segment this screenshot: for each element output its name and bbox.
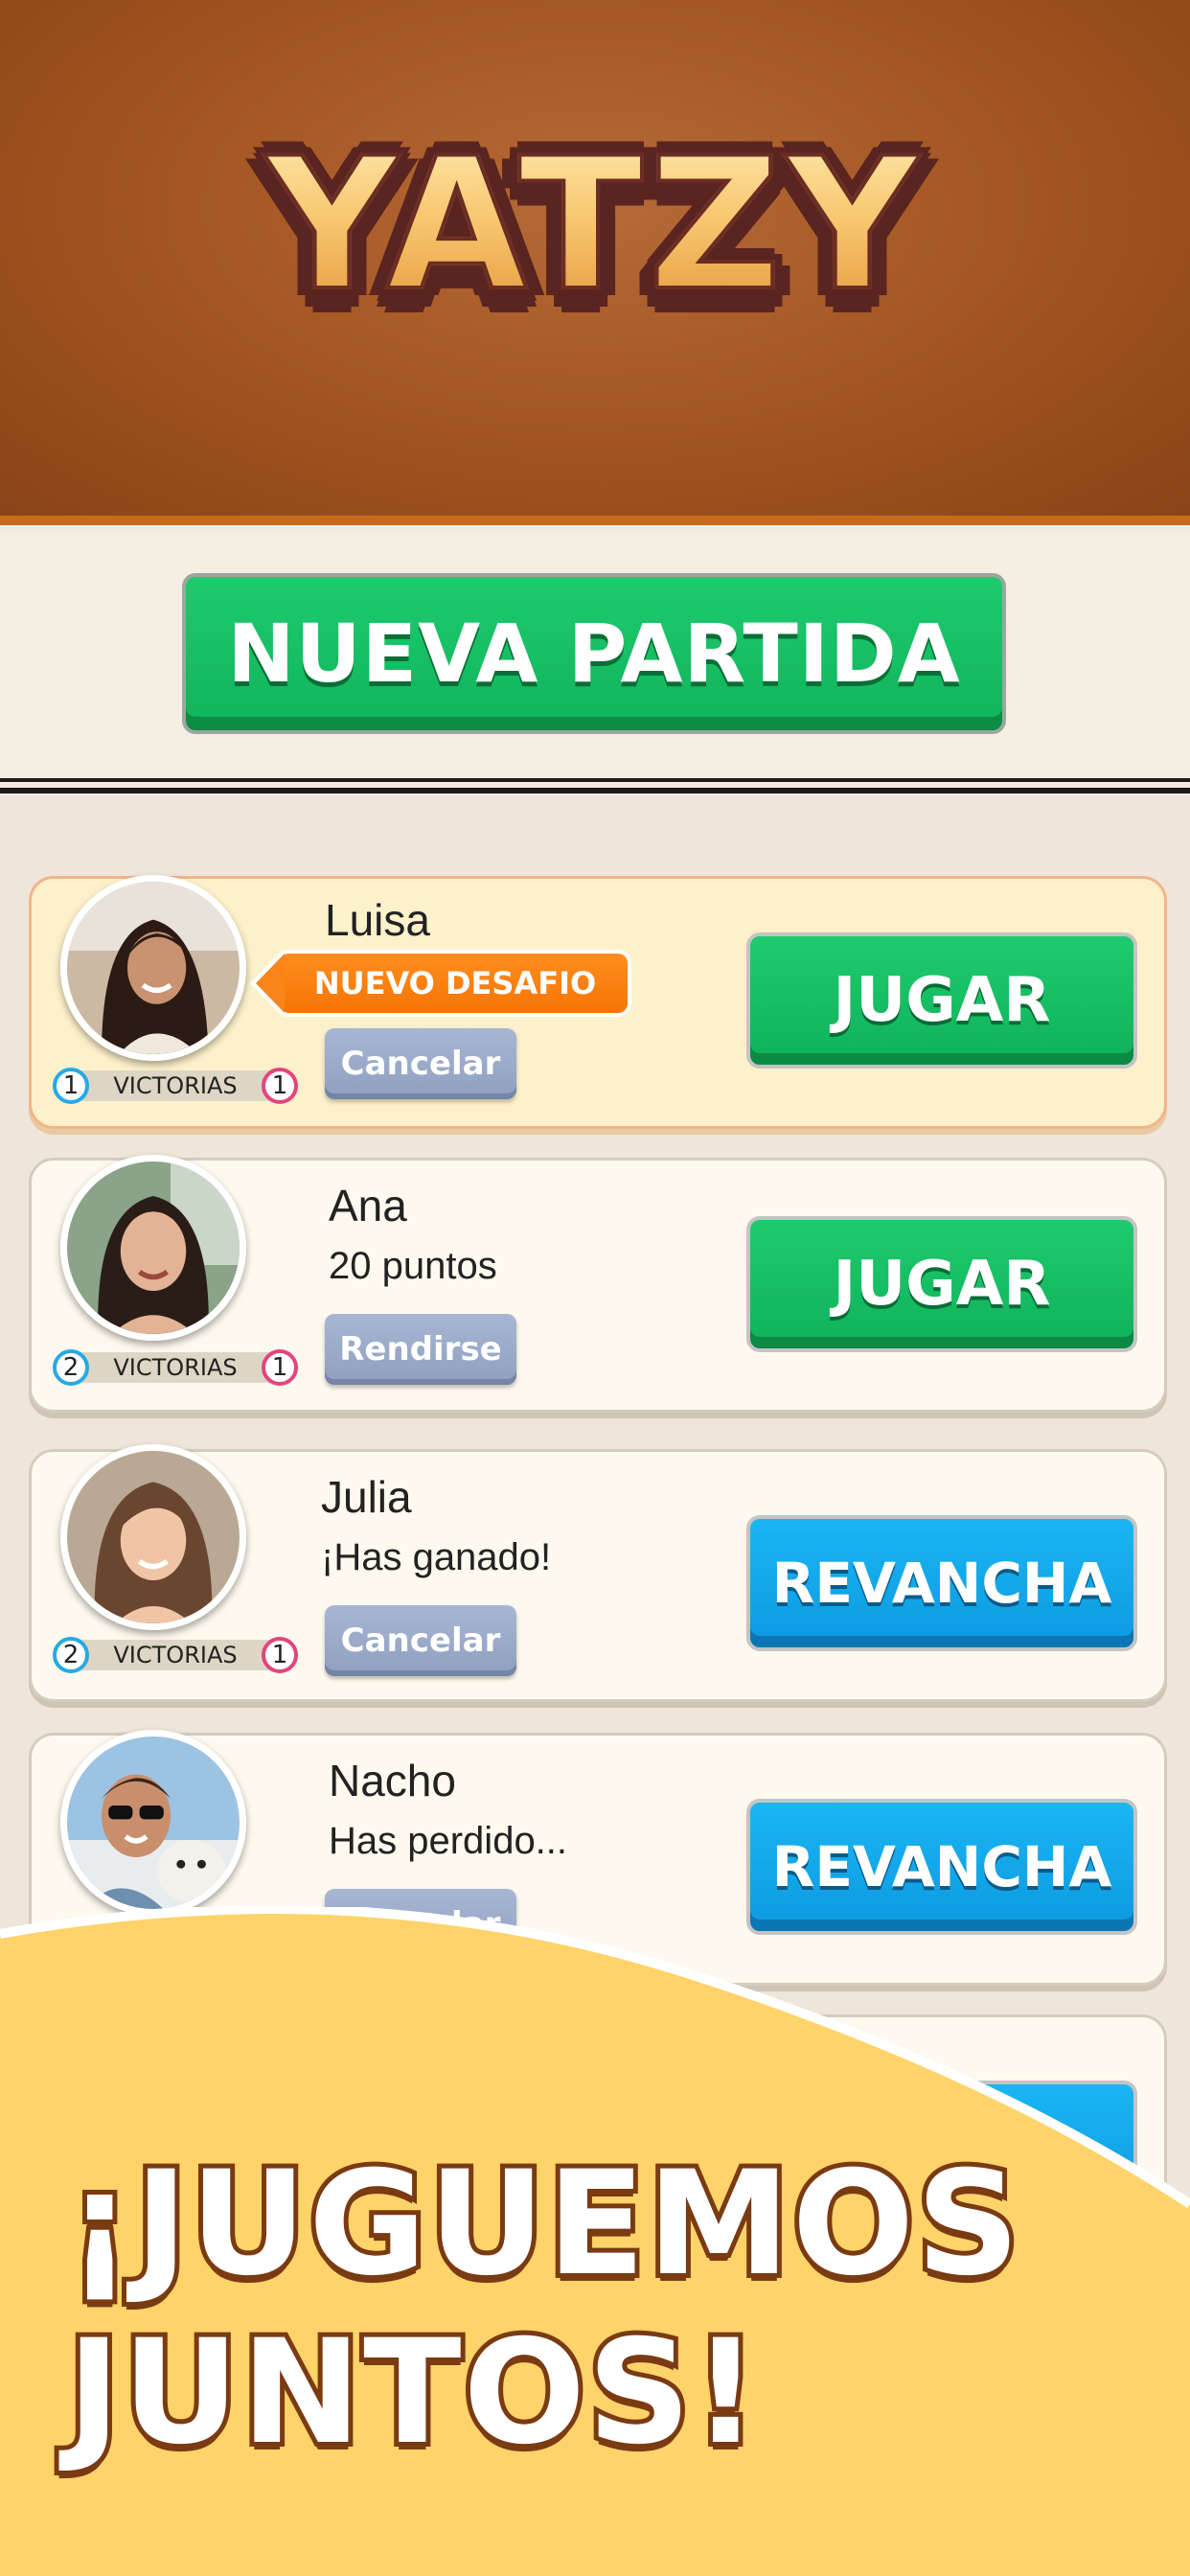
- wins-label: VICTORIAS: [113, 1354, 238, 1381]
- avatar: [60, 1444, 246, 1630]
- app-logo: YATZY: [0, 132, 1190, 318]
- divider: [0, 788, 1190, 794]
- game-card-ana[interactable]: Ana 20 puntos Rendirse JUGAR 2 VICTORIAS…: [29, 1155, 1167, 1413]
- player-name: Ana: [329, 1181, 407, 1230]
- cancel-button[interactable]: Cancelar: [325, 1605, 516, 1676]
- promo-headline-line2: JUNTOS!: [62, 2310, 763, 2476]
- opponent-wins-count: 1: [262, 1068, 298, 1104]
- game-card-julia[interactable]: Julia ¡Has ganado! Cancelar REVANCHA 2 V…: [29, 1444, 1167, 1702]
- player-name: Luisa: [325, 895, 430, 945]
- player-name: Julia: [321, 1472, 412, 1522]
- my-wins-count: 1: [53, 1068, 89, 1104]
- avatar: [60, 875, 246, 1061]
- new-challenge-badge: NUEVO DESAFIO: [250, 950, 628, 1017]
- opponent-wins-count: 1: [262, 1349, 298, 1386]
- play-button[interactable]: JUGAR: [746, 1216, 1137, 1352]
- avatar: [60, 1155, 246, 1341]
- avatar-julia-photo: [67, 1451, 240, 1623]
- header: YATZY: [0, 0, 1190, 525]
- divider: [0, 778, 1190, 782]
- wins-record: 2 VICTORIAS 1: [53, 1634, 298, 1676]
- cancel-button[interactable]: Cancelar: [325, 1028, 516, 1099]
- promo-banner: ¡JUGUEMOS JUNTOS!: [0, 1907, 1190, 2576]
- avatar-luisa-photo: [67, 882, 240, 1054]
- promo-headline-line1: ¡JUGUEMOS: [62, 2141, 1024, 2308]
- opponent-wins-count: 1: [262, 1637, 298, 1673]
- avatar-nacho-photo: [67, 1736, 240, 1909]
- my-wins-count: 2: [53, 1637, 89, 1673]
- player-name: Nacho: [329, 1756, 456, 1806]
- player-status: ¡Has ganado!: [321, 1536, 552, 1578]
- resign-button[interactable]: Rendirse: [325, 1314, 516, 1385]
- new-game-section: NUEVA PARTIDA: [0, 535, 1190, 784]
- play-button[interactable]: JUGAR: [746, 932, 1137, 1069]
- rematch-button[interactable]: REVANCHA: [746, 1515, 1137, 1651]
- player-status: 20 puntos: [329, 1245, 497, 1287]
- my-wins-count: 2: [53, 1349, 89, 1386]
- new-game-button[interactable]: NUEVA PARTIDA: [182, 573, 1006, 734]
- wins-record: 2 VICTORIAS 1: [53, 1346, 298, 1389]
- wins-label: VICTORIAS: [113, 1642, 238, 1668]
- wins-record: 1 VICTORIAS 1: [53, 1065, 298, 1107]
- avatar: [60, 1730, 246, 1916]
- avatar-ana-photo: [67, 1162, 240, 1334]
- game-card-luisa[interactable]: NUEVO DESAFIO Luisa Cancelar JUGAR 1 VIC…: [29, 875, 1167, 1129]
- player-status: Has perdido...: [329, 1820, 568, 1862]
- wins-label: VICTORIAS: [113, 1072, 238, 1099]
